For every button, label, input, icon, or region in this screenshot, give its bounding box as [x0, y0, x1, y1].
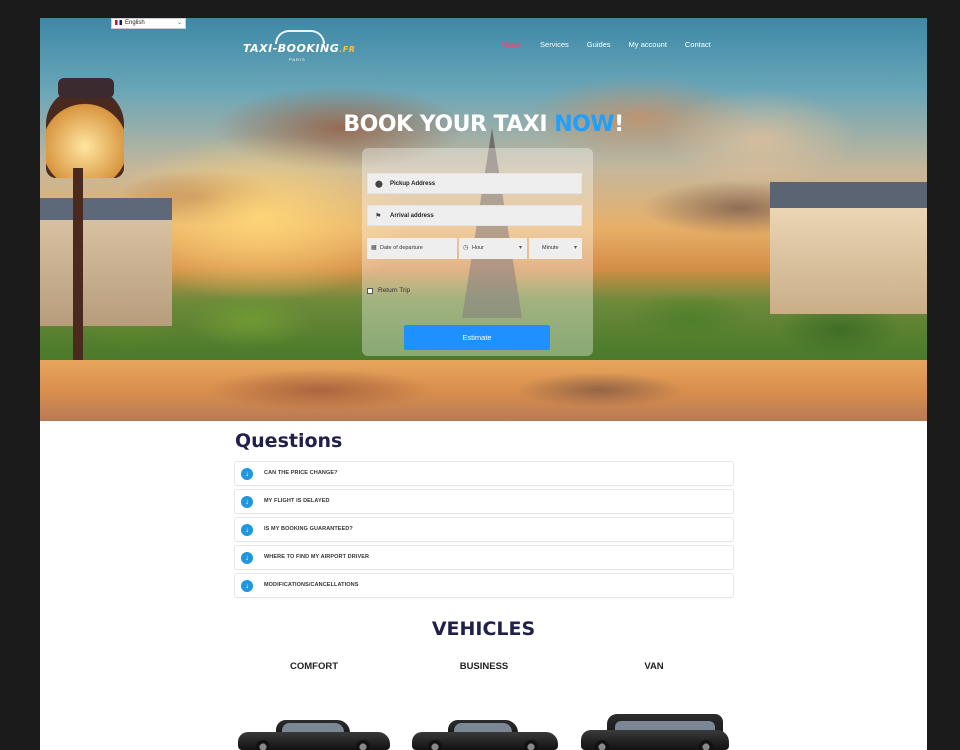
arrival-address-field[interactable]: ⚑ Arrival address [367, 205, 582, 226]
faq-item[interactable]: ↓ WHERE TO FIND MY AIRPORT DRIVER [234, 545, 734, 570]
chevron-down-icon: ▾ [518, 245, 522, 251]
arrow-down-icon: ↓ [241, 580, 253, 592]
street-lamp-post [73, 168, 83, 368]
language-selector[interactable]: English ⌄ [111, 18, 186, 29]
return-trip-checkbox[interactable]: Return Trip [367, 287, 410, 294]
language-label: English [125, 20, 145, 26]
faq-item[interactable]: ↓ CAN THE PRICE CHANGE? [234, 461, 734, 486]
hero-bottom-strip [40, 360, 927, 421]
hero-building-left [40, 198, 172, 326]
questions-title: Questions [235, 430, 343, 452]
estimate-button[interactable]: Estimate [404, 325, 550, 350]
chevron-down-icon: ⌄ [176, 20, 182, 26]
arrow-down-icon: ↓ [241, 496, 253, 508]
nav-my-account[interactable]: My account [629, 40, 667, 49]
vehicle-business-label: BUSINESS [459, 661, 509, 672]
arrow-down-icon: ↓ [241, 552, 253, 564]
chevron-down-icon: ▾ [573, 245, 577, 251]
vehicle-comfort-label: COMFORT [289, 661, 339, 672]
pickup-address-field[interactable]: ⬤ Pickup Address [367, 173, 582, 194]
date-of-departure-field[interactable]: ▦ Date of departure [367, 238, 457, 259]
nav-guides[interactable]: Guides [587, 40, 611, 49]
hour-select[interactable]: ◷ Hour ▾ [459, 238, 527, 259]
nav-contact[interactable]: Contact [685, 40, 711, 49]
site-logo[interactable]: TAXI-BOOKING.FR PARIS [243, 30, 358, 66]
arrow-down-icon: ↓ [241, 524, 253, 536]
hero-headline: BOOK YOUR TAXI NOW! [343, 112, 624, 137]
page: English ⌄ TAXI-BOOKING.FR PARIS Home Ser… [40, 18, 927, 750]
van-image[interactable] [581, 714, 729, 750]
flag-icon: ⚑ [375, 213, 382, 220]
faq-list: ↓ CAN THE PRICE CHANGE? ↓ MY FLIGHT IS DEL… [234, 461, 734, 601]
arrow-down-icon: ↓ [241, 468, 253, 480]
minute-select[interactable]: Minute ▾ [529, 238, 582, 259]
booking-form: ⬤ Pickup Address ⚑ Arrival address ▦ Dat… [362, 148, 593, 356]
main-nav: Home Services Guides My account Contact [502, 40, 729, 49]
logo-wordmark: TAXI-BOOKING.FR [243, 42, 356, 55]
business-car-image[interactable] [412, 718, 558, 750]
vehicle-van-label: VAN [644, 661, 664, 672]
nav-services[interactable]: Services [540, 40, 569, 49]
datetime-row: ▦ Date of departure ◷ Hour ▾ Minute ▾ [367, 238, 582, 259]
hero-banner: English ⌄ TAXI-BOOKING.FR PARIS Home Ser… [40, 18, 927, 421]
faq-item[interactable]: ↓ MODIFICATIONS/CANCELLATIONS [234, 573, 734, 598]
street-lamp-cap [58, 78, 114, 98]
location-pin-icon: ⬤ [375, 181, 383, 188]
faq-item[interactable]: ↓ IS MY BOOKING GUARANTEED? [234, 517, 734, 542]
calendar-icon: ▦ [371, 245, 377, 251]
comfort-car-image[interactable] [238, 718, 390, 750]
logo-subtitle: PARIS [289, 57, 306, 62]
vehicles-title: VEHICLES [431, 618, 536, 640]
nav-home[interactable]: Home [502, 40, 522, 49]
hero-building-right [770, 182, 927, 314]
faq-item[interactable]: ↓ MY FLIGHT IS DELAYED [234, 489, 734, 514]
uk-flag-icon [115, 19, 122, 25]
checkbox-box[interactable] [367, 287, 373, 294]
clock-icon: ◷ [463, 245, 469, 251]
